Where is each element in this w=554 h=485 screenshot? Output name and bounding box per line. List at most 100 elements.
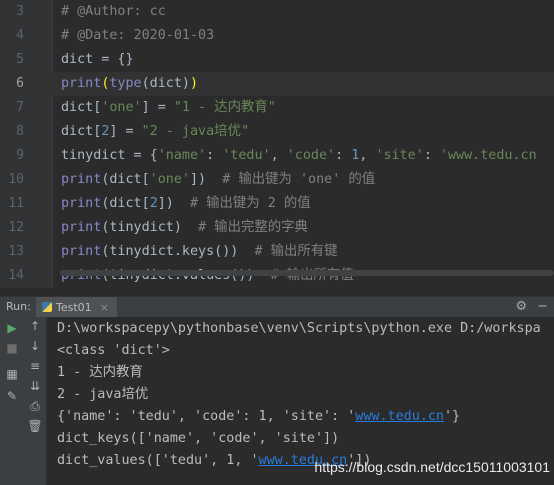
line-number: 7: [16, 100, 24, 115]
code-token: :: [335, 148, 352, 163]
code-line[interactable]: 5 dict = {}: [0, 48, 554, 72]
code-token: print: [61, 76, 102, 91]
code-text: print(tinydict) # 输出完整的字典: [61, 216, 308, 240]
code-line[interactable]: 10 print(dict['one']) # 输出键为 'one' 的值: [0, 168, 554, 192]
code-token: ]): [190, 172, 223, 187]
code-text: dict = {}: [61, 48, 134, 72]
code-token: dict = {}: [61, 52, 134, 67]
code-token: :: [206, 148, 223, 163]
output-text: dict_keys(['name', 'code', 'site']): [57, 431, 340, 446]
output-text: {'name': 'tedu', 'code': 1, 'site': ': [57, 409, 356, 424]
output-line: <class 'dict'>: [57, 340, 170, 362]
line-number: 9: [16, 148, 24, 163]
tab-label: Test01: [56, 300, 92, 314]
code-token: ): [190, 76, 199, 91]
code-line[interactable]: 11 print(dict[2]) # 输出键为 2 的值: [0, 192, 554, 216]
code-text: tinydict = {'name': 'tedu', 'code': 1, '…: [61, 144, 537, 168]
line-number: 10: [8, 172, 24, 187]
trash-icon[interactable]: 🗑: [25, 419, 45, 433]
run-toolbar: ▶ ■ ▦ ✎: [0, 317, 24, 485]
rerun-icon[interactable]: ▶: [2, 321, 22, 335]
code-token: 'www.tedu.cn: [439, 148, 537, 163]
code-token: # 输出键为 'one' 的值: [222, 172, 376, 187]
line-number: 11: [8, 196, 24, 211]
code-text: dict['one'] = "1 - 达内教育": [61, 96, 276, 120]
stop-icon[interactable]: ■: [2, 341, 22, 355]
tab-test01[interactable]: Test01 ×: [36, 297, 117, 319]
code-token: (dict[: [101, 196, 150, 211]
scroll-to-end-icon[interactable]: ⇊: [25, 379, 45, 393]
line-number: 14: [8, 268, 24, 283]
arrow-up-icon[interactable]: ↑: [25, 319, 45, 333]
code-token: ]): [157, 196, 190, 211]
code-editor[interactable]: 3 # @Author: cc 4 # @Date: 2020-01-03 5 dict …: [0, 0, 554, 288]
output-text: dict_values(['tedu', 1, ': [57, 453, 259, 468]
code-text: print(tinydict.keys()) # 输出所有键: [61, 240, 338, 264]
code-text: dict[2] = "2 - java培优": [61, 120, 249, 144]
output-text: 2 - java培优: [57, 387, 149, 402]
code-line[interactable]: 6 print(type(dict)): [0, 72, 554, 96]
run-panel-header: Run: Test01 × ⚙ −: [0, 296, 554, 319]
code-token: ,: [270, 148, 287, 163]
output-text: '}: [443, 409, 461, 424]
code-token: 'tedu': [222, 148, 271, 163]
output-link[interactable]: www.tedu.cn: [355, 409, 444, 424]
code-token: :: [423, 148, 440, 163]
layout-icon[interactable]: ▦: [2, 367, 22, 381]
code-line[interactable]: 13 print(tinydict.keys()) # 输出所有键: [0, 240, 554, 264]
code-token: type: [109, 76, 142, 91]
print-icon[interactable]: ⎙: [25, 399, 45, 414]
line-number: 13: [8, 244, 24, 259]
code-token: 'one': [101, 100, 142, 115]
output-line: {'name': 'tedu', 'code': 1, 'site': 'www…: [57, 406, 460, 428]
code-token: (tinydict.keys()): [101, 244, 255, 259]
line-number: 5: [16, 52, 24, 67]
code-token: print: [61, 172, 102, 187]
code-token: dict[: [61, 100, 102, 115]
code-line[interactable]: 9 tinydict = {'name': 'tedu', 'code': 1, …: [0, 144, 554, 168]
gear-icon[interactable]: ⚙: [515, 299, 527, 314]
pin-icon[interactable]: ✎: [2, 389, 22, 403]
code-token: # 输出所有键: [254, 244, 338, 259]
code-token: (dict): [141, 76, 190, 91]
console-toolbar: ↑ ↓ ≡ ⇊ ⎙ 🗑: [24, 317, 47, 485]
code-token: dict[: [61, 124, 102, 139]
line-number: 4: [16, 28, 24, 43]
code-line[interactable]: 8 dict[2] = "2 - java培优": [0, 120, 554, 144]
output-line: dict_keys(['name', 'code', 'site']): [57, 428, 339, 450]
output-text: <class 'dict'>: [57, 343, 170, 358]
code-token: print: [61, 196, 102, 211]
code-token: print: [61, 244, 102, 259]
python-file-icon: [42, 302, 52, 312]
code-line[interactable]: 7 dict['one'] = "1 - 达内教育": [0, 96, 554, 120]
close-icon[interactable]: ×: [100, 301, 109, 314]
code-line[interactable]: 14 print(tinydict.values()) # 输出所有值: [0, 264, 554, 288]
soft-wrap-icon[interactable]: ≡: [25, 359, 45, 373]
code-token: ] =: [109, 124, 142, 139]
code-token: print: [61, 220, 102, 235]
output-line: 2 - java培优: [57, 384, 148, 406]
code-token: "1 - 达内教育": [173, 100, 276, 115]
code-text: print(tinydict.values()) # 输出所有值: [61, 264, 354, 288]
horizontal-scrollbar[interactable]: [60, 270, 554, 276]
run-label: Run:: [6, 300, 31, 313]
line-number: 12: [8, 220, 24, 235]
code-token: # @Author: cc: [61, 4, 166, 19]
code-token: 2: [149, 196, 158, 211]
minimize-icon[interactable]: −: [537, 299, 548, 314]
arrow-down-icon[interactable]: ↓: [25, 339, 45, 353]
code-text: print(type(dict)): [61, 72, 198, 96]
code-token: "2 - java培优": [141, 124, 250, 139]
code-line[interactable]: 3 # @Author: cc: [0, 0, 554, 24]
code-token: ,: [359, 148, 376, 163]
watermark: https://blog.csdn.net/dcc15011003101: [314, 459, 550, 475]
output-text: 1 - 达内教育: [57, 365, 143, 380]
code-token: (tinydict): [101, 220, 199, 235]
code-line[interactable]: 12 print(tinydict) # 输出完整的字典: [0, 216, 554, 240]
code-token: 'site': [375, 148, 424, 163]
code-text: print(dict[2]) # 输出键为 2 的值: [61, 192, 311, 216]
code-line[interactable]: 4 # @Date: 2020-01-03: [0, 24, 554, 48]
line-number: 8: [16, 124, 24, 139]
output-text: D:\workspacepy\pythonbase\venv\Scripts\p…: [57, 321, 541, 336]
code-token: ] =: [141, 100, 174, 115]
